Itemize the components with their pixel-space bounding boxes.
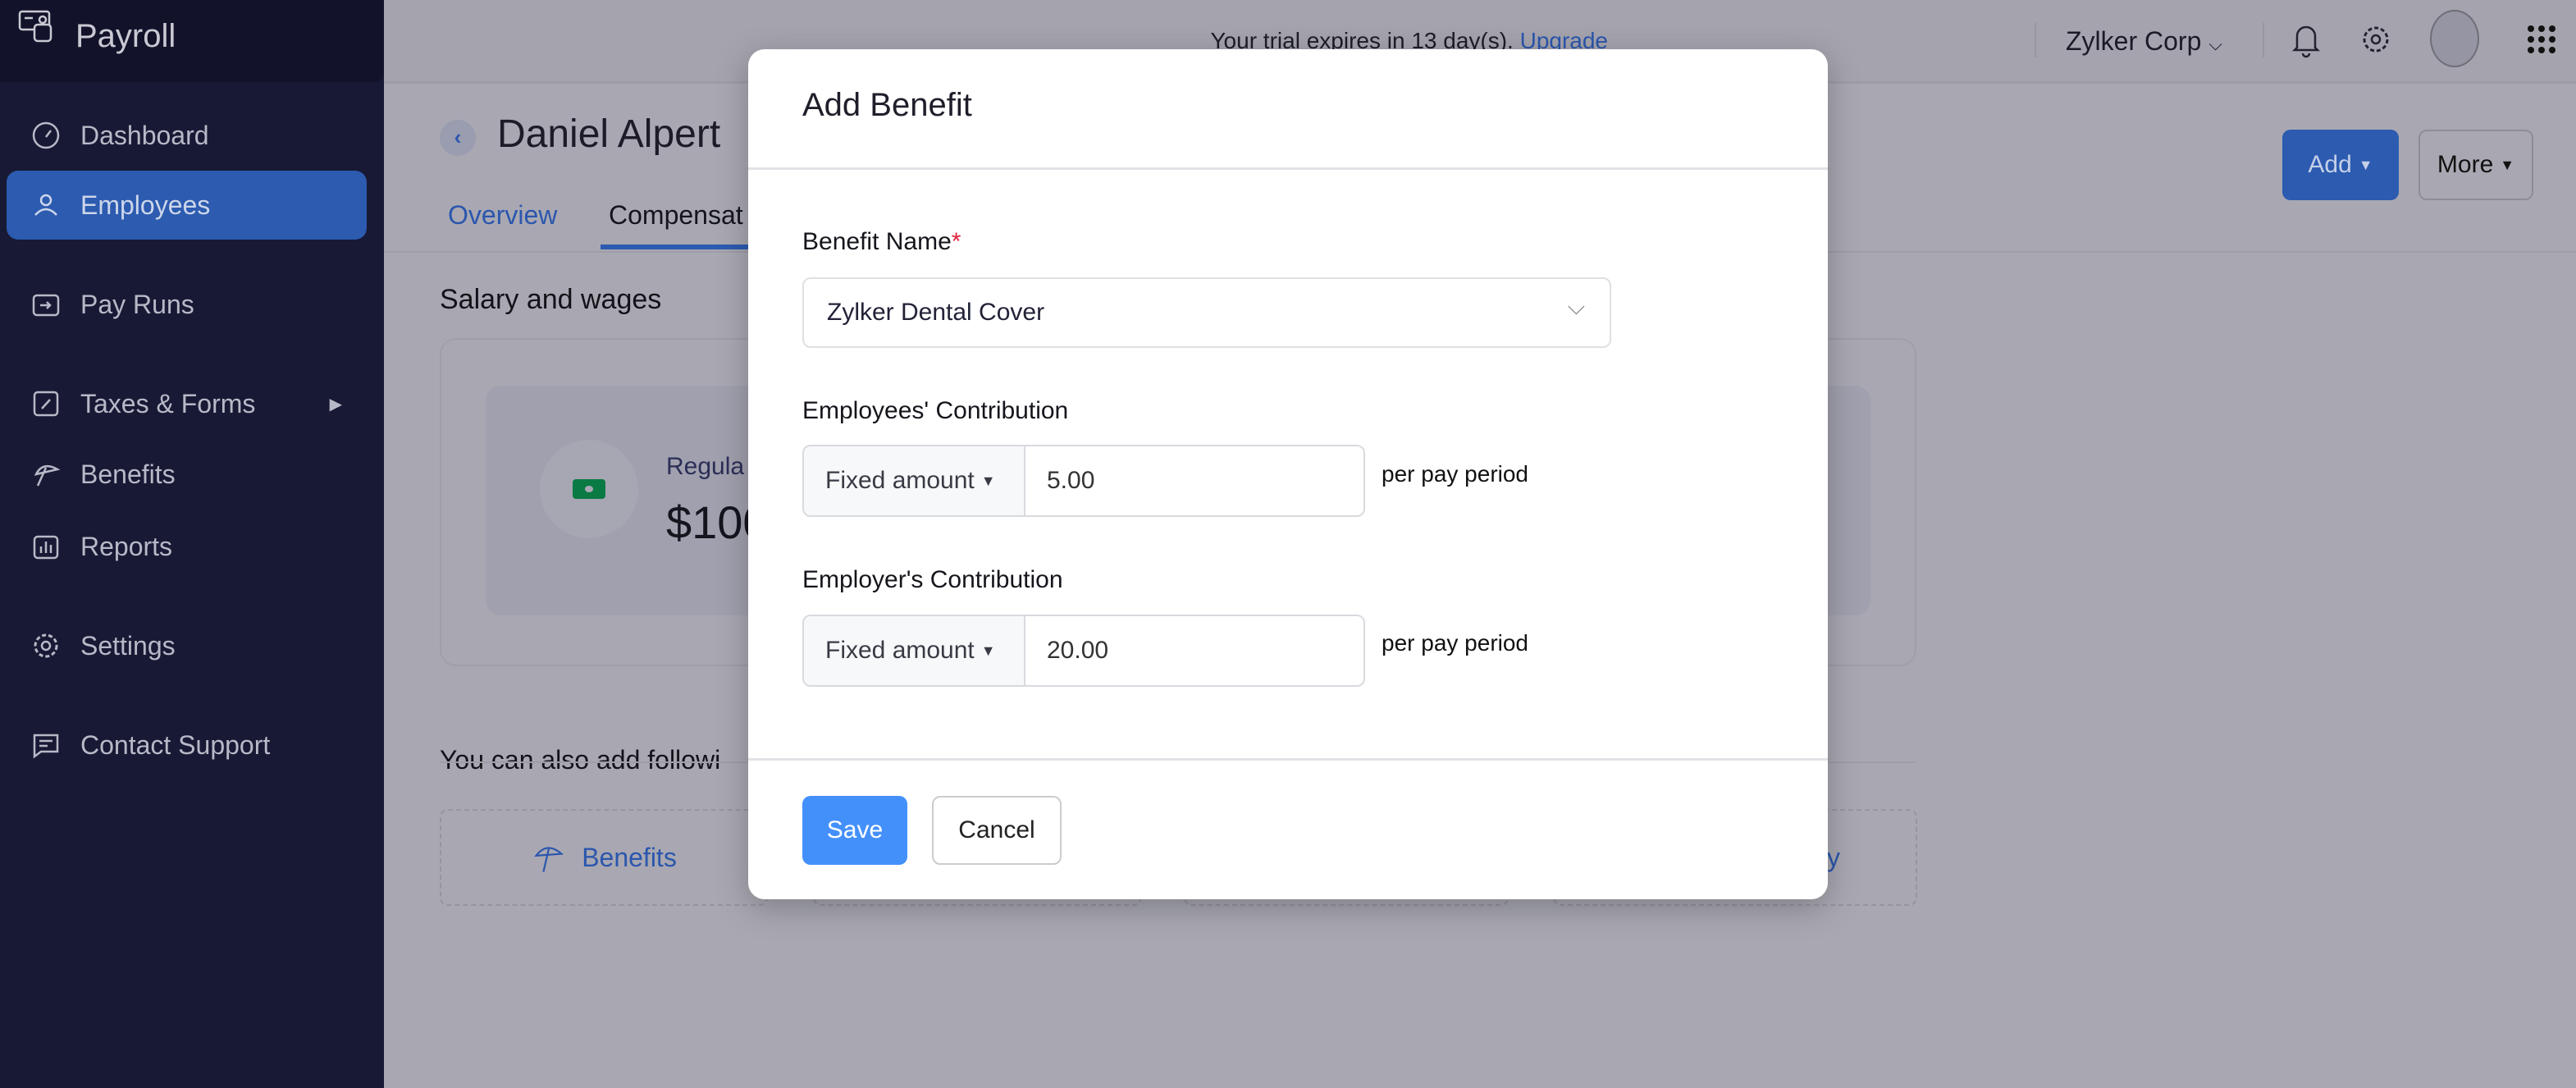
tab-compensation[interactable]: Compensat	[609, 200, 743, 231]
settings-gear-icon[interactable]	[2359, 23, 2392, 56]
add-benefits-option[interactable]: Benefits	[440, 809, 768, 906]
employee-contribution-type-dropdown[interactable]: Fixed amount ▼	[804, 446, 1025, 515]
sidebar-item-label: Employees	[80, 190, 211, 220]
avatar[interactable]	[2430, 10, 2479, 67]
divider	[2035, 23, 2036, 57]
taxes-icon	[33, 391, 59, 417]
dashboard-gauge-icon	[32, 121, 60, 149]
add-label: Add	[2308, 151, 2352, 178]
more-label: More	[2437, 151, 2494, 178]
employee-name: Daniel Alpert	[497, 112, 721, 156]
org-switcher[interactable]: Zylker Corp ⌵	[2066, 26, 2222, 57]
more-button[interactable]: More ▼	[2418, 130, 2533, 200]
sidebar-item-employees[interactable]: Employees	[7, 171, 367, 240]
selected-value: Zylker Dental Cover	[827, 299, 1045, 326]
pay-runs-icon	[32, 294, 60, 317]
label-text: Benefit Name	[802, 228, 952, 255]
sidebar-item-dashboard[interactable]: Dashboard	[7, 101, 367, 170]
back-button[interactable]: ‹	[440, 120, 476, 156]
benefit-name-label: Benefit Name*	[802, 228, 961, 256]
salary-heading: Salary and wages	[440, 284, 662, 315]
employer-contribution-group: Fixed amount ▼	[802, 615, 1365, 687]
sidebar-item-label: Settings	[80, 630, 176, 661]
payroll-logo-icon	[18, 10, 53, 43]
bell-icon[interactable]	[2291, 21, 2322, 59]
option-label: Benefits	[582, 842, 677, 872]
umbrella-icon	[34, 464, 61, 487]
sidebar-item-label: Taxes & Forms	[80, 388, 256, 418]
sidebar-item-contact-support[interactable]: Contact Support	[7, 711, 367, 779]
apps-grid-icon[interactable]	[2527, 25, 2556, 54]
sidebar-item-reports[interactable]: Reports	[7, 512, 367, 581]
logo-row: Payroll	[0, 0, 384, 82]
money-icon-circle	[540, 440, 638, 538]
sidebar-item-benefits[interactable]: Benefits	[7, 440, 367, 509]
chevron-down-icon: ⌵	[1567, 294, 1585, 319]
org-name: Zylker Corp	[2066, 26, 2202, 56]
employer-contribution-input[interactable]	[1025, 616, 1363, 685]
employee-contribution-input[interactable]	[1025, 446, 1363, 515]
benefit-name-select[interactable]: Zylker Dental Cover ⌵	[802, 277, 1611, 348]
employee-contribution-group: Fixed amount ▼	[802, 445, 1365, 517]
caret-right-icon: ▶	[329, 395, 342, 414]
umbrella-icon	[534, 847, 564, 872]
sidebar: Payroll Dashboard Employees Pay Runs Tax…	[0, 0, 384, 1088]
also-add-heading: You can also add followi	[440, 745, 721, 775]
employer-contribution-label: Employer's Contribution	[802, 566, 1063, 593]
regular-pay-label: Regula	[666, 453, 745, 480]
bar-chart-icon	[33, 535, 59, 560]
divider	[748, 167, 1828, 170]
sidebar-item-taxes-forms[interactable]: Taxes & Forms ▶	[7, 369, 367, 438]
type-value: Fixed amount	[825, 467, 975, 494]
divider	[748, 758, 1828, 761]
sidebar-item-label: Contact Support	[80, 729, 271, 760]
sidebar-item-label: Reports	[80, 531, 173, 561]
chevron-down-icon: ⌵	[2208, 34, 2222, 54]
per-pay-period-text: per pay period	[1382, 461, 1529, 487]
type-value: Fixed amount	[825, 637, 975, 664]
app-name: Payroll	[75, 18, 176, 54]
sidebar-item-pay-runs[interactable]: Pay Runs	[7, 270, 367, 339]
modal-title: Add Benefit	[802, 87, 972, 123]
add-button[interactable]: Add ▼	[2282, 130, 2399, 200]
sidebar-item-label: Pay Runs	[80, 289, 194, 319]
caret-down-icon: ▼	[2500, 156, 2515, 173]
save-button[interactable]: Save	[802, 796, 907, 865]
cancel-button[interactable]: Cancel	[932, 796, 1062, 865]
caret-down-icon: ▼	[2358, 156, 2373, 173]
sidebar-item-label: Dashboard	[80, 120, 209, 150]
caret-down-icon: ▼	[980, 472, 996, 489]
sidebar-item-settings[interactable]: Settings	[7, 611, 367, 680]
money-icon	[573, 479, 605, 499]
tab-overview[interactable]: Overview	[448, 200, 557, 231]
user-icon	[34, 194, 57, 216]
gear-icon	[34, 633, 58, 658]
sidebar-item-label: Benefits	[80, 459, 176, 489]
add-benefit-modal: Add Benefit Benefit Name* Zylker Dental …	[748, 49, 1828, 899]
per-pay-period-text: per pay period	[1382, 630, 1529, 656]
required-mark: *	[951, 228, 961, 255]
divider	[2263, 23, 2264, 57]
active-tab-indicator	[601, 245, 765, 249]
employer-contribution-type-dropdown[interactable]: Fixed amount ▼	[804, 616, 1025, 685]
employee-contribution-label: Employees' Contribution	[802, 397, 1069, 424]
caret-down-icon: ▼	[980, 642, 996, 659]
chat-icon	[33, 734, 59, 759]
